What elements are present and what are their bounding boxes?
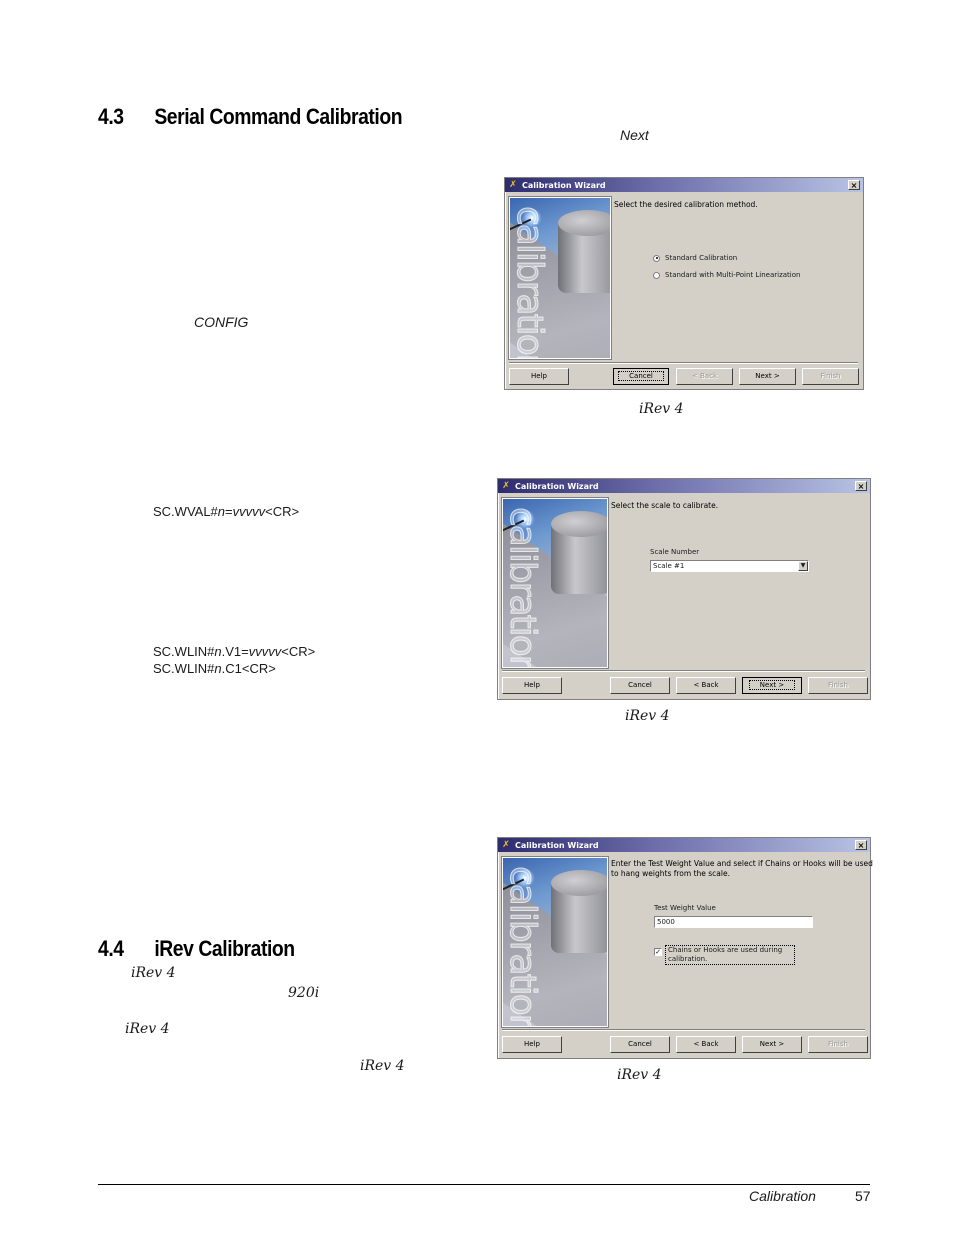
command-wlin-c1: SC.WLIN#n.C1<CR> bbox=[153, 660, 276, 677]
cmd-param-n: n bbox=[214, 644, 222, 659]
section-heading-4-3: 4.3 Serial Command Calibration bbox=[98, 104, 403, 130]
radio-button[interactable] bbox=[653, 271, 660, 279]
figure-caption: iRev 4 bbox=[639, 401, 684, 417]
help-button[interactable]: Help bbox=[502, 677, 562, 694]
cancel-button[interactable]: Cancel bbox=[610, 1036, 670, 1053]
wizard-prompt: Enter the Test Weight Value and select i… bbox=[611, 859, 873, 879]
weight-top-graphic bbox=[551, 511, 607, 537]
selected-value: Scale #1 bbox=[653, 562, 685, 570]
scale-number-select[interactable]: Scale #1 ▼ bbox=[650, 560, 809, 572]
figure-caption: iRev 4 bbox=[617, 1067, 662, 1083]
figure-caption: iRev 4 bbox=[625, 708, 670, 724]
radio-multi-point-linearization[interactable]: Standard with Multi-Point Linearization bbox=[653, 271, 800, 279]
calibration-banner-image: calibration bbox=[508, 196, 612, 360]
window-title: Calibration Wizard bbox=[522, 180, 606, 190]
watermark-text: calibration bbox=[502, 866, 544, 1027]
command-wlin-v1: SC.WLIN#n.V1=vvvvv<CR> bbox=[153, 643, 315, 660]
footer-section-title: Calibration bbox=[749, 1188, 816, 1204]
watermark-text: calibration bbox=[502, 507, 544, 668]
cancel-button[interactable]: Cancel bbox=[613, 368, 669, 385]
command-wval: SC.WVAL#n=vvvvv<CR> bbox=[153, 503, 299, 520]
footer-rule bbox=[98, 1184, 870, 1185]
section-number: 4.4 bbox=[98, 936, 124, 961]
wizard-prompt: Select the desired calibration method. bbox=[614, 200, 758, 209]
watermark-text: calibration bbox=[509, 206, 551, 359]
title-bar[interactable]: ✗ Calibration Wizard × bbox=[505, 178, 863, 192]
cmd-suffix: .C1<CR> bbox=[221, 661, 276, 676]
chains-hooks-checkbox[interactable]: ✓ bbox=[654, 948, 662, 956]
cmd-prefix: SC.WLIN# bbox=[153, 661, 215, 676]
prompt-line: to hang weights from the scale. bbox=[611, 869, 730, 878]
cmd-param-value: vvvvv bbox=[232, 504, 266, 519]
section-number: 4.3 bbox=[98, 104, 124, 129]
section-title: Serial Command Calibration bbox=[154, 104, 403, 129]
cmd-prefix: SC.WLIN# bbox=[153, 644, 215, 659]
help-button[interactable]: Help bbox=[502, 1036, 562, 1053]
cancel-button[interactable]: Cancel bbox=[610, 677, 670, 694]
back-button[interactable]: < Back bbox=[676, 368, 733, 385]
calibration-wizard-method: ✗ Calibration Wizard × calibration Selec… bbox=[504, 177, 864, 390]
next-label: Next > bbox=[748, 680, 796, 690]
config-reference: CONFIG bbox=[194, 314, 249, 330]
section-heading-4-4: 4.4 iRev Calibration bbox=[98, 936, 295, 962]
scale-number-label: Scale Number bbox=[650, 548, 700, 556]
page-number: 57 bbox=[855, 1188, 871, 1204]
wizard-app-icon: ✗ bbox=[502, 840, 510, 850]
button-divider bbox=[502, 1029, 865, 1031]
window-title: Calibration Wizard bbox=[515, 840, 599, 850]
finish-button[interactable]: Finish bbox=[808, 1036, 868, 1053]
button-divider bbox=[509, 362, 858, 364]
irev-reference: iRev 4 bbox=[125, 1021, 170, 1037]
cmd-suffix: <CR> bbox=[265, 504, 300, 519]
radio-standard-calibration[interactable]: Standard Calibration bbox=[653, 254, 737, 262]
close-button[interactable]: × bbox=[855, 481, 867, 491]
irev-reference: iRev 4 bbox=[360, 1058, 405, 1074]
radio-label: Standard Calibration bbox=[665, 254, 738, 262]
calibration-wizard-scale: ✗ Calibration Wizard × calibration Selec… bbox=[497, 478, 871, 700]
cmd-param-n: n bbox=[217, 504, 226, 519]
cmd-prefix: SC.WVAL# bbox=[153, 504, 218, 519]
wizard-app-icon: ✗ bbox=[509, 180, 517, 190]
wizard-prompt: Select the scale to calibrate. bbox=[611, 501, 719, 510]
model-reference: 920i bbox=[288, 985, 320, 1001]
cmd-param-n: n bbox=[214, 661, 222, 676]
checkbox-label: Chains or Hooks are used during calibrat… bbox=[665, 945, 795, 965]
back-button[interactable]: < Back bbox=[676, 677, 736, 694]
cmd-mid: .V1= bbox=[221, 644, 249, 659]
title-bar[interactable]: ✗ Calibration Wizard × bbox=[498, 479, 870, 493]
title-bar[interactable]: ✗ Calibration Wizard × bbox=[498, 838, 870, 852]
chains-hooks-checkbox-row[interactable]: ✓ Chains or Hooks are used during calibr… bbox=[654, 945, 795, 965]
section-title: iRev Calibration bbox=[154, 936, 295, 961]
next-button[interactable]: Next > bbox=[742, 677, 802, 694]
window-title: Calibration Wizard bbox=[515, 481, 599, 491]
prompt-line: Enter the Test Weight Value and select i… bbox=[611, 859, 873, 868]
cmd-suffix: <CR> bbox=[281, 644, 316, 659]
cmd-eq: = bbox=[225, 504, 233, 519]
radio-label: Standard with Multi-Point Linearization bbox=[665, 271, 801, 279]
cancel-label: Cancel bbox=[618, 371, 664, 381]
test-weight-input[interactable]: 5000 bbox=[654, 916, 813, 928]
calibration-banner-image: calibration bbox=[501, 497, 609, 669]
radio-button-selected[interactable] bbox=[653, 254, 660, 262]
calibration-banner-image: calibration bbox=[501, 856, 609, 1028]
cmd-param-value: vvvvv bbox=[248, 644, 282, 659]
finish-button[interactable]: Finish bbox=[808, 677, 868, 694]
back-button[interactable]: < Back bbox=[676, 1036, 736, 1053]
next-button[interactable]: Next > bbox=[739, 368, 796, 385]
dropdown-arrow-icon[interactable]: ▼ bbox=[798, 561, 808, 571]
weight-top-graphic bbox=[558, 210, 610, 236]
weight-top-graphic bbox=[551, 870, 607, 896]
close-button[interactable]: × bbox=[848, 180, 860, 190]
irev-reference: iRev 4 bbox=[131, 965, 176, 981]
calibration-wizard-test-weight: ✗ Calibration Wizard × calibration Enter… bbox=[497, 837, 873, 1059]
button-divider bbox=[502, 670, 865, 672]
wizard-app-icon: ✗ bbox=[502, 481, 510, 491]
help-button[interactable]: Help bbox=[509, 368, 569, 385]
test-weight-label: Test Weight Value bbox=[654, 904, 716, 912]
finish-button[interactable]: Finish bbox=[802, 368, 859, 385]
next-reference: Next bbox=[620, 127, 649, 143]
next-button[interactable]: Next > bbox=[742, 1036, 802, 1053]
close-button[interactable]: × bbox=[855, 840, 867, 850]
